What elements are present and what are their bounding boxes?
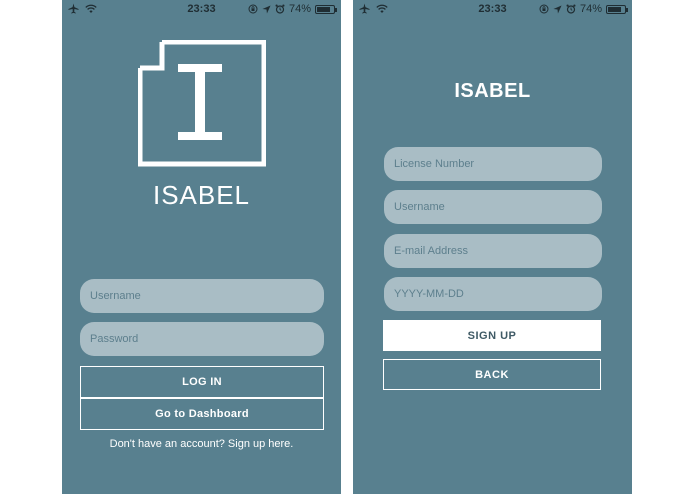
location-icon (553, 4, 562, 14)
signup-screen: 23:33 74% ISABEL SIGN UP BACK (353, 0, 632, 494)
battery-percent: 74% (288, 3, 311, 15)
battery-percent: 74% (579, 3, 602, 15)
location-icon (262, 4, 271, 14)
orientation-lock-icon (248, 4, 258, 14)
signup-link[interactable]: Don't have an account? Sign up here. (62, 438, 341, 450)
login-screen: 23:33 74% ISABEL LOG IN Go to Dashboard (62, 0, 341, 494)
status-bar: 23:33 74% (62, 0, 341, 18)
signup-button[interactable]: SIGN UP (383, 320, 601, 351)
date-input[interactable] (384, 277, 602, 311)
battery-icon (315, 4, 337, 14)
alarm-icon (566, 4, 576, 14)
dashboard-button[interactable]: Go to Dashboard (80, 398, 324, 430)
battery-icon (606, 4, 628, 14)
app-title: ISABEL (152, 180, 251, 210)
logo-icon (137, 39, 267, 168)
app-title: ISABEL (454, 80, 531, 102)
password-input[interactable] (80, 322, 324, 356)
license-number-input[interactable] (384, 147, 602, 181)
alarm-icon (275, 4, 285, 14)
username-input[interactable] (80, 279, 324, 313)
back-button[interactable]: BACK (383, 359, 601, 390)
orientation-lock-icon (539, 4, 549, 14)
email-input[interactable] (384, 234, 602, 268)
status-bar: 23:33 74% (353, 0, 632, 18)
username-input[interactable] (384, 190, 602, 224)
login-button[interactable]: LOG IN (80, 366, 324, 398)
